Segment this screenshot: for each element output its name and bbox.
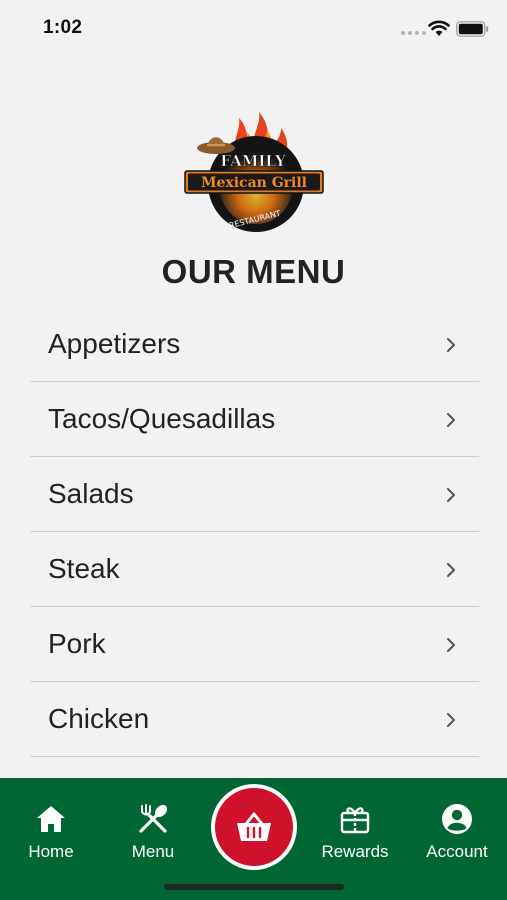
menu-screen: 1:02 FAMILY Mexican Grill RESTAURANT OUR…: [0, 0, 507, 900]
status-bar: 1:02: [0, 0, 507, 58]
tab-account[interactable]: Account: [407, 802, 507, 862]
chevron-right-icon: [447, 563, 455, 577]
menu-item-tacos-quesadillas[interactable]: Tacos/Quesadillas: [30, 382, 479, 457]
account-icon: [442, 804, 472, 834]
status-time: 1:02: [43, 17, 83, 38]
chevron-right-icon: [447, 713, 455, 727]
chevron-right-icon: [447, 413, 455, 427]
tab-menu[interactable]: Menu: [103, 802, 203, 862]
menu-item-label: Steak: [48, 553, 120, 584]
tab-rewards-label: Rewards: [321, 842, 389, 861]
cellular-signal-icon: [401, 31, 426, 35]
tab-rewards[interactable]: Rewards: [305, 802, 405, 862]
chevron-right-icon: [447, 338, 455, 352]
menu-item-appetizers[interactable]: Appetizers: [30, 307, 479, 382]
home-icon: [37, 806, 65, 832]
tab-home-label: Home: [28, 842, 74, 861]
utensils-icon: [139, 804, 168, 833]
home-indicator: [164, 884, 344, 890]
wifi-icon: [428, 20, 450, 36]
tab-account-label: Account: [426, 842, 488, 861]
menu-item-label: Tacos/Quesadillas: [48, 403, 276, 434]
gift-icon: [340, 807, 370, 834]
menu-item-salads[interactable]: Salads: [30, 457, 479, 532]
menu-item-label: Chicken: [48, 703, 150, 734]
menu-item-label: Salads: [48, 478, 134, 509]
logo-family-text: FAMILY: [220, 152, 286, 170]
restaurant-logo: FAMILY Mexican Grill RESTAURANT: [184, 112, 324, 232]
menu-item-steak[interactable]: Steak: [30, 532, 479, 607]
menu-category-list: Appetizers Tacos/Quesadillas Salads Stea…: [30, 307, 479, 757]
menu-item-pork[interactable]: Pork: [30, 607, 479, 682]
battery-icon: [456, 21, 489, 37]
tab-menu-label: Menu: [131, 842, 175, 861]
menu-item-label: Pork: [48, 628, 106, 659]
basket-icon: [237, 812, 271, 841]
logo-grill-text: Mexican Grill: [201, 175, 307, 191]
page-title: OUR MENU: [161, 253, 346, 290]
menu-item-label: Appetizers: [48, 328, 181, 359]
tab-home[interactable]: Home: [1, 802, 101, 862]
cart-button[interactable]: [211, 784, 297, 870]
menu-item-chicken[interactable]: Chicken: [30, 682, 479, 757]
chevron-right-icon: [447, 638, 455, 652]
chevron-right-icon: [447, 488, 455, 502]
